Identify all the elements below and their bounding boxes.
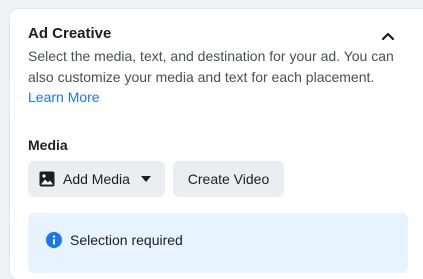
caret-down-icon[interactable] (140, 175, 152, 183)
create-video-button[interactable]: Create Video (173, 161, 284, 197)
section-description: Select the media, text, and destination … (28, 46, 398, 108)
info-icon (46, 232, 62, 248)
notice-row: Selection required (46, 232, 183, 248)
add-media-label: Add Media (63, 171, 130, 187)
ad-creative-header: Ad Creative Select the media, text, and … (28, 24, 398, 108)
collapse-button[interactable] (376, 25, 400, 49)
add-media-button[interactable]: Add Media (28, 161, 165, 197)
learn-more-link[interactable]: Learn More (28, 89, 100, 105)
image-icon (39, 171, 55, 187)
ad-creative-panel: Ad Creative Select the media, text, and … (10, 9, 423, 279)
media-label: Media (28, 137, 68, 153)
section-title: Ad Creative (28, 25, 112, 42)
description-text: Select the media, text, and destination … (28, 48, 394, 85)
selection-required-notice: Selection required (28, 213, 408, 273)
chevron-up-icon (381, 28, 395, 46)
notice-text: Selection required (70, 232, 183, 248)
